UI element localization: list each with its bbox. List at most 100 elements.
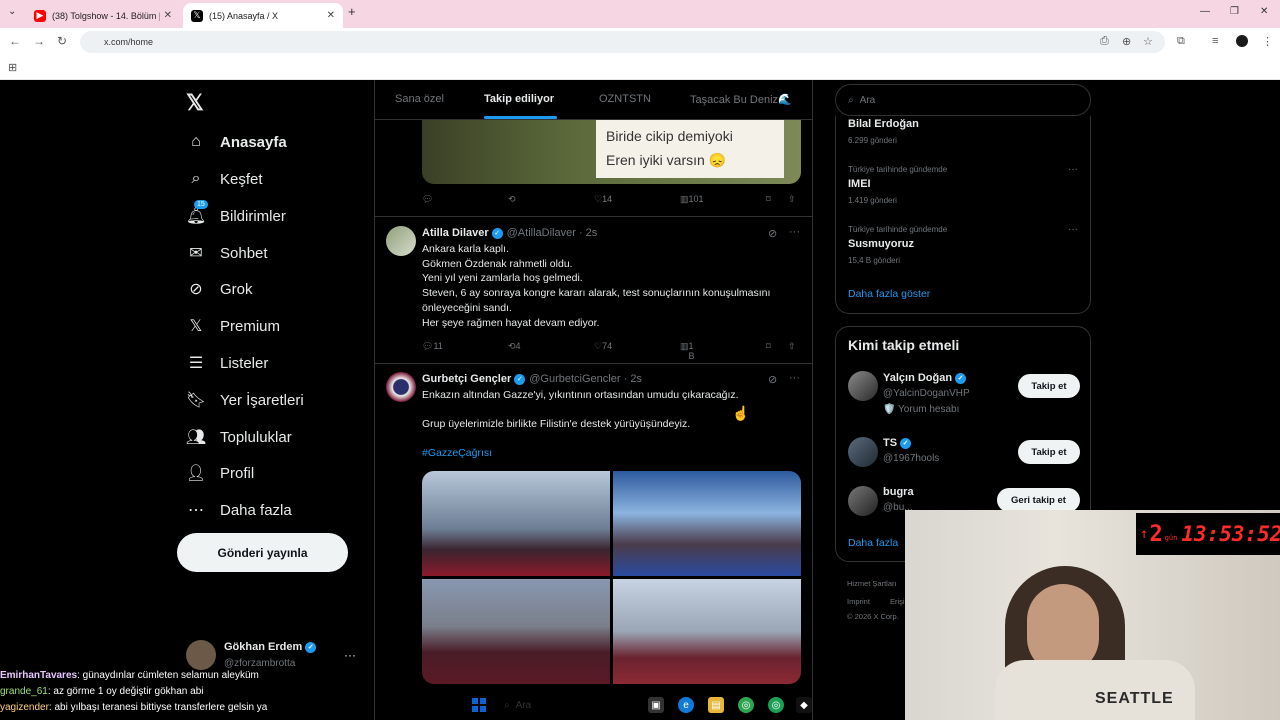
trend-name[interactable]: Susmuyoruz: [848, 238, 914, 250]
show-more-link[interactable]: Daha fazla göster: [848, 288, 930, 300]
author-name[interactable]: Atilla Dilaver: [422, 227, 489, 239]
file-explorer-icon[interactable]: ▤: [708, 697, 724, 713]
post-photo[interactable]: [613, 471, 801, 576]
nav-home[interactable]: ⌂ Anasayfa: [186, 127, 287, 157]
follow-button[interactable]: Takip et: [1018, 374, 1080, 398]
avatar[interactable]: [386, 226, 416, 256]
post-photo[interactable]: [422, 471, 610, 576]
nav-premium[interactable]: 𝕏 Premium: [186, 311, 280, 341]
nav-profile[interactable]: 👤︎ Profil: [186, 458, 254, 488]
reload-icon[interactable]: ↻: [57, 34, 67, 48]
hashtag-link[interactable]: #GazzeÇağrısı: [422, 447, 492, 459]
reading-list-icon[interactable]: ≡: [1212, 35, 1218, 47]
back-icon[interactable]: ←: [9, 34, 21, 48]
browser-tab-youtube[interactable]: ▶ (38) Tolgshow - 14. Bölüm | Bir... ✕: [26, 3, 180, 28]
user-name-row[interactable]: TS ✓: [883, 437, 912, 449]
nav-grok[interactable]: ⊘ Grok: [186, 274, 252, 304]
nav-notifications[interactable]: 🔔︎ 15 Bildirimler: [185, 200, 286, 231]
windows-start-icon[interactable]: [472, 698, 486, 712]
user-name-row[interactable]: Yalçın Doğan ✓: [883, 372, 967, 384]
more-circle-icon: ⋯: [188, 502, 204, 519]
zoom-icon[interactable]: ⊕: [1122, 35, 1131, 48]
search-input[interactable]: ⌕ Ara: [835, 84, 1091, 116]
user-name[interactable]: bugra: [883, 486, 914, 498]
install-app-icon[interactable]: ⎙: [1100, 35, 1109, 48]
bookmark-star-icon[interactable]: ☆: [1143, 35, 1153, 48]
nav-bookmarks[interactable]: 🔖︎ Yer İşaretleri: [186, 385, 304, 415]
close-tab-icon[interactable]: ✕: [327, 10, 335, 21]
author-handle[interactable]: @AtillaDilaver: [507, 227, 576, 239]
avatar[interactable]: [848, 437, 878, 467]
url-text: x.com/home: [104, 37, 154, 47]
post-time[interactable]: · 2s: [624, 373, 642, 385]
post-photo[interactable]: [613, 579, 801, 684]
grok-icon[interactable]: ⊘: [768, 373, 777, 386]
extensions-icon[interactable]: ⧉: [1177, 35, 1185, 48]
nav-messages[interactable]: ✉ Sohbet: [186, 238, 267, 268]
forward-icon[interactable]: →: [33, 34, 45, 48]
nav-communities[interactable]: 👥︎ Topluluklar: [186, 422, 292, 452]
menu-icon[interactable]: ⋮: [1262, 35, 1273, 48]
reply-button[interactable]: 💬︎ 11: [422, 341, 443, 352]
post-button[interactable]: Gönderi yayınla: [177, 533, 348, 572]
more-options-icon[interactable]: ···: [1068, 164, 1078, 175]
user-handle: @1967hools: [883, 453, 940, 464]
more-options-icon[interactable]: ···: [1068, 224, 1078, 235]
follow-back-button[interactable]: Geri takip et: [997, 488, 1080, 512]
like-button[interactable]: ♡ 14: [594, 194, 612, 205]
nav-explore[interactable]: ⌕ Keşfet: [186, 164, 263, 194]
follow-button[interactable]: Takip et: [1018, 440, 1080, 464]
bookmark-icon[interactable]: ⌑: [766, 341, 771, 352]
footer-link[interactable]: Hizmet Şartları: [847, 579, 897, 588]
footer-link[interactable]: Imprint: [847, 597, 870, 606]
like-button[interactable]: ♡ 74: [594, 341, 612, 352]
nav-lists[interactable]: ☰ Listeler: [186, 348, 269, 378]
post-time[interactable]: · 2s: [579, 227, 597, 239]
repost-icon[interactable]: ⟲: [508, 194, 516, 205]
repost-button[interactable]: ⟲ 4: [508, 341, 521, 352]
restore-icon[interactable]: ❐: [1230, 6, 1239, 17]
trend-name[interactable]: IMEI: [848, 178, 871, 190]
chrome-profile-icon[interactable]: ◎: [768, 697, 784, 713]
chrome-icon[interactable]: ◎: [738, 697, 754, 713]
post-image[interactable]: Biride cikip demiyoki Eren iyiki varsın …: [422, 120, 801, 184]
trend-name[interactable]: Bilal Erdoğan: [848, 118, 919, 130]
avatar[interactable]: [848, 371, 878, 401]
tab-tasacak-bu-deniz[interactable]: Taşacak Bu Deniz🌊: [690, 93, 792, 106]
trends-panel: Bilal Erdoğan 6.299 gönderi Türkiye tari…: [835, 116, 1091, 314]
avatar[interactable]: [386, 372, 416, 402]
task-view-icon[interactable]: ▣: [648, 697, 664, 713]
views-button[interactable]: ▥ 101: [680, 194, 704, 205]
reply-icon[interactable]: 💬︎: [422, 194, 433, 205]
address-bar[interactable]: x.com/home: [80, 31, 1165, 53]
close-tab-icon[interactable]: ✕: [164, 10, 172, 21]
more-options-icon[interactable]: ···: [789, 226, 800, 238]
more-options-icon[interactable]: ···: [789, 372, 800, 384]
x-logo-icon[interactable]: 𝕏: [186, 90, 204, 116]
tab-for-you[interactable]: Sana özel: [395, 93, 444, 105]
app-icon[interactable]: ◆: [796, 697, 812, 713]
apps-grid-icon[interactable]: ⊞: [8, 61, 17, 74]
show-more-link[interactable]: Daha fazla: [848, 537, 898, 549]
more-options-icon[interactable]: ···: [344, 648, 356, 662]
profile-avatar-icon[interactable]: [1236, 35, 1248, 47]
author-handle[interactable]: @GurbetciGencler: [529, 373, 620, 385]
edge-icon[interactable]: e: [678, 697, 694, 713]
avatar[interactable]: [848, 486, 878, 516]
views-button[interactable]: ▥ 1 B: [680, 341, 695, 361]
taskbar-search[interactable]: ⌕ Ara: [504, 700, 531, 711]
browser-tab-x[interactable]: 𝕏 (15) Anasayfa / X ✕: [183, 3, 343, 28]
bell-icon: 🔔︎ 15: [185, 200, 208, 225]
share-icon[interactable]: ⇧: [788, 194, 796, 205]
author-name[interactable]: Gurbetçi Gençler: [422, 373, 511, 385]
tab-following[interactable]: Takip ediliyor: [484, 93, 554, 105]
nav-more[interactable]: ⋯ Daha fazla: [186, 495, 292, 525]
tab-ozntstn[interactable]: OZNTSTN: [599, 93, 651, 105]
tab-search-icon[interactable]: ⌄: [8, 6, 16, 17]
bookmark-icon[interactable]: ⌑: [766, 194, 771, 205]
close-window-icon[interactable]: ✕: [1260, 6, 1268, 17]
minimize-icon[interactable]: —: [1200, 6, 1210, 17]
share-icon[interactable]: ⇧: [788, 341, 796, 352]
new-tab-icon[interactable]: +: [348, 4, 356, 19]
grok-icon[interactable]: ⊘: [768, 227, 777, 240]
